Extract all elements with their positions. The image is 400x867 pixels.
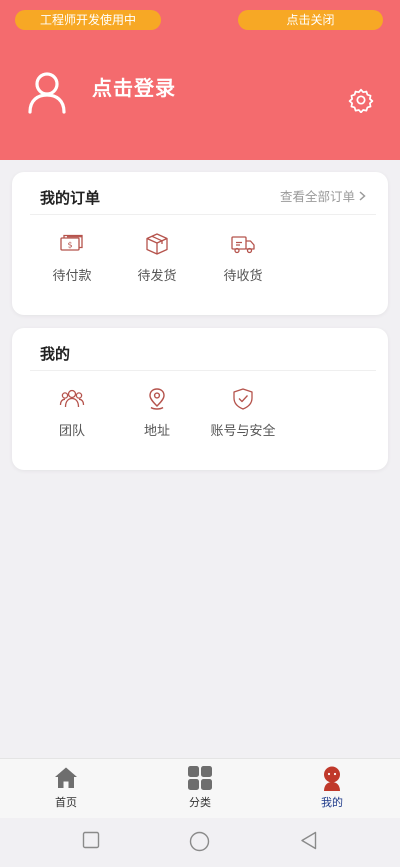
mine-team-label: 团队 [58, 424, 85, 439]
tab-mine-label: 我的 [321, 796, 343, 809]
tab-category-label: 分类 [189, 796, 211, 809]
mine-address-label: 地址 [143, 424, 170, 439]
home-icon [55, 767, 77, 788]
mine-address[interactable]: 地址 [117, 387, 197, 439]
tab-mine[interactable]: 我的 [297, 765, 367, 810]
dev-mode-badge: 工程师开发使用中 [15, 10, 161, 30]
recents-button[interactable] [82, 831, 100, 849]
team-icon [59, 389, 85, 408]
wallet-icon: $ [60, 234, 83, 251]
orders-divider [30, 214, 376, 215]
location-icon [149, 388, 165, 410]
grid-icon [188, 766, 212, 790]
user-icon [324, 766, 340, 791]
mine-account-security[interactable]: 账号与安全 [203, 387, 283, 439]
order-pending-shipment[interactable]: 待发货 [117, 232, 197, 284]
avatar-icon[interactable] [27, 70, 67, 114]
chevron-right-icon [359, 189, 366, 204]
gear-icon[interactable] [348, 87, 374, 113]
mine-card: 我的 团队 地址 账号与安全 [12, 328, 388, 470]
order-pending-payment[interactable]: $ 待付款 [32, 232, 112, 284]
mine-team[interactable]: 团队 [32, 387, 112, 439]
package-icon [146, 233, 168, 255]
mine-divider [30, 370, 376, 371]
home-button[interactable] [189, 831, 210, 852]
system-nav-bar [0, 818, 400, 867]
orders-card: 我的订单 查看全部订单 $ 待付款 待发货 待收货 [12, 172, 388, 315]
profile-header: 工程师开发使用中 点击关闭 点击登录 [0, 0, 400, 160]
mine-account-security-label: 账号与安全 [210, 424, 276, 439]
mine-title: 我的 [40, 345, 71, 363]
shield-icon [233, 388, 253, 410]
truck-icon [231, 236, 255, 254]
tab-home[interactable]: 首页 [31, 765, 101, 810]
order-pending-shipment-label: 待发货 [137, 269, 177, 284]
orders-title: 我的订单 [40, 189, 101, 207]
order-pending-receipt[interactable]: 待收货 [203, 232, 283, 284]
view-all-orders-link[interactable]: 查看全部订单 [280, 186, 366, 205]
login-link[interactable]: 点击登录 [92, 72, 176, 101]
tab-category[interactable]: 分类 [165, 765, 235, 810]
view-all-orders-label: 查看全部订单 [279, 189, 355, 204]
svg-text:$: $ [67, 241, 72, 250]
order-pending-payment-label: 待付款 [52, 269, 92, 284]
order-pending-receipt-label: 待收货 [223, 269, 263, 284]
tab-home-label: 首页 [55, 796, 77, 809]
back-button[interactable] [300, 831, 317, 850]
close-dev-badge-button[interactable]: 点击关闭 [238, 10, 383, 30]
bottom-tab-bar: 首页 分类 我的 [0, 758, 400, 818]
